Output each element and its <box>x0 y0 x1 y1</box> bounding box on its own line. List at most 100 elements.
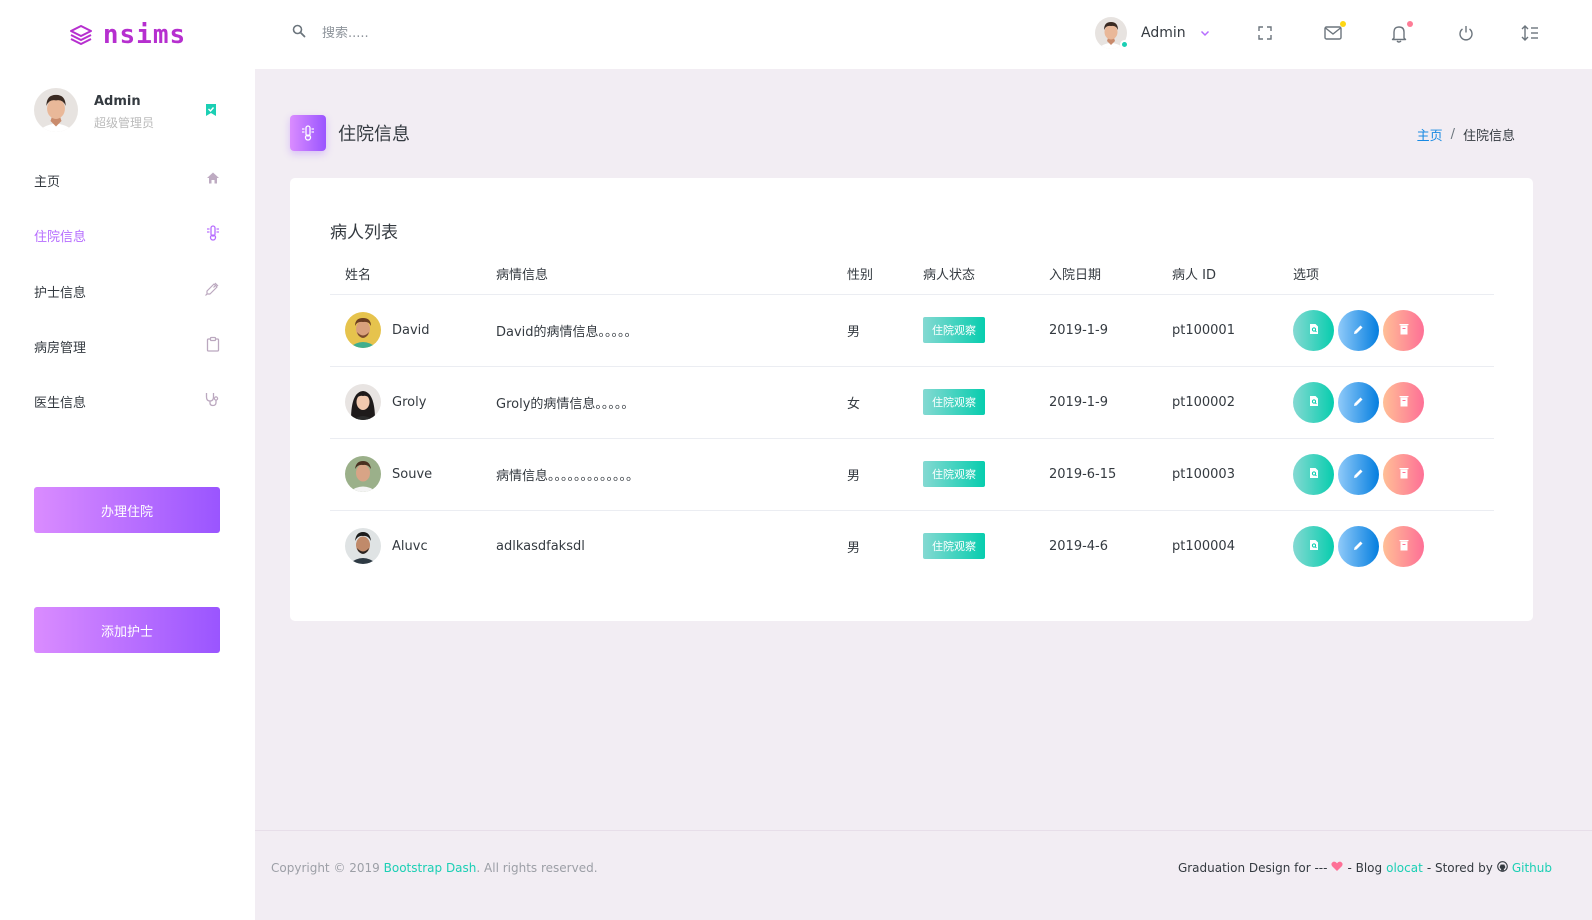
mail-icon[interactable] <box>1323 21 1346 46</box>
patient-condition: 病情信息。。。。。。。。。。。。。 <box>481 438 832 511</box>
view-button[interactable] <box>1293 381 1334 423</box>
pencil-icon <box>1353 467 1364 482</box>
delete-button[interactable] <box>1383 525 1424 567</box>
nav-user-name: Admin <box>1141 25 1186 41</box>
table-row: Aluvc adlkasdfaksdl 男 住院观察 2019-4-6 pt10… <box>330 510 1494 582</box>
patient-name: Souve <box>392 466 433 482</box>
sidebar-item-doctor[interactable]: 医生信息 <box>34 389 220 413</box>
patient-condition: adlkasdfaksdl <box>496 538 585 554</box>
stored-label: - Stored by <box>1426 861 1493 875</box>
avatar <box>34 88 78 136</box>
fullscreen-icon[interactable] <box>1256 24 1278 46</box>
file-search-icon <box>1309 395 1319 410</box>
search-bar <box>292 24 562 42</box>
format-list-icon[interactable] <box>1520 24 1542 46</box>
view-button[interactable] <box>1293 525 1334 567</box>
column-header-options: 选项 <box>1278 254 1494 295</box>
table-header-row: 姓名 病情信息 性别 病人状态 入院日期 病人 ID 选项 <box>330 254 1494 295</box>
heart-icon <box>1331 861 1344 875</box>
power-icon[interactable] <box>1457 24 1479 46</box>
edit-button[interactable] <box>1338 309 1379 351</box>
sidebar-item-home[interactable]: 主页 <box>34 168 220 192</box>
footer-credits: Graduation Design for --- - Blog olocat … <box>1178 861 1552 875</box>
admission-date: 2019-6-15 <box>1034 438 1157 511</box>
admission-date: 2019-1-9 <box>1034 294 1157 367</box>
admit-patient-button[interactable]: 办理住院 <box>34 487 220 533</box>
patient-condition: Groly的病情信息。。。。。 <box>481 366 832 439</box>
sidebar-item-label: 护士信息 <box>34 285 87 301</box>
column-header-status: 病人状态 <box>908 254 1034 295</box>
patient-id: pt100001 <box>1157 294 1278 367</box>
patient-name: Aluvc <box>392 538 428 554</box>
layers-icon <box>69 24 93 46</box>
bootstrap-dash-link[interactable]: Bootstrap Dash <box>384 861 477 875</box>
sidebar-item-label: 住院信息 <box>34 229 87 245</box>
blog-label: - Blog <box>1347 861 1383 875</box>
brand-name: nsims <box>102 19 187 50</box>
pencil-icon <box>1353 395 1364 410</box>
delete-button[interactable] <box>1383 453 1424 495</box>
patient-avatar <box>345 312 381 348</box>
view-button[interactable] <box>1293 453 1334 495</box>
profile-role: 超级管理员 <box>94 115 155 130</box>
view-button[interactable] <box>1293 309 1334 351</box>
patient-avatar <box>345 384 381 420</box>
trash-icon <box>1399 539 1409 554</box>
patient-avatar <box>345 528 381 565</box>
patient-id: pt100003 <box>1157 438 1278 511</box>
search-icon <box>292 24 306 42</box>
trash-icon <box>1399 323 1409 338</box>
column-header-id: 病人 ID <box>1157 254 1278 295</box>
patient-name: David <box>392 322 430 338</box>
edit-button[interactable] <box>1338 525 1379 567</box>
nav-profile-dropdown[interactable]: Admin <box>1095 17 1210 49</box>
mail-notification-dot <box>1340 21 1346 27</box>
copyright-suffix: . All rights reserved. <box>476 861 598 875</box>
pencil-icon <box>1353 539 1364 554</box>
sidebar-item-nurse[interactable]: 护士信息 <box>34 279 220 303</box>
breadcrumb: 主页 / 住院信息 <box>1417 125 1515 144</box>
admission-date: 2019-4-6 <box>1049 538 1109 554</box>
footer: Copyright © 2019 Bootstrap Dash. All rig… <box>255 830 1592 920</box>
github-link[interactable]: Github <box>1512 861 1552 875</box>
brand-logo[interactable]: nsims <box>0 0 255 69</box>
bell-icon[interactable] <box>1390 21 1413 46</box>
graduation-text: Graduation Design for --- <box>1177 861 1328 875</box>
file-search-icon <box>1309 323 1319 338</box>
column-header-name: 姓名 <box>330 254 481 295</box>
pencil-icon <box>1353 323 1364 338</box>
status-badge: 住院观察 <box>923 317 985 343</box>
profile-name: Admin <box>94 93 141 109</box>
patient-gender: 男 <box>847 540 861 556</box>
sidebar-item-inpatient[interactable]: 住院信息 <box>34 223 220 247</box>
breadcrumb-home-link[interactable]: 主页 <box>1417 125 1443 144</box>
patient-table: 姓名 病情信息 性别 病人状态 入院日期 病人 ID 选项 David Davi… <box>330 254 1494 582</box>
admission-date: 2019-1-9 <box>1034 366 1157 439</box>
edit-button[interactable] <box>1338 453 1379 495</box>
status-badge: 住院观察 <box>923 461 985 487</box>
delete-button[interactable] <box>1383 309 1424 351</box>
card-title: 病人列表 <box>330 223 398 243</box>
chevron-down-icon <box>1200 26 1210 41</box>
sidebar-profile[interactable]: Admin 超级管理员 <box>34 88 154 136</box>
footer-copyright: Copyright © 2019 Bootstrap Dash. All rig… <box>271 861 598 875</box>
status-badge: 住院观察 <box>923 389 985 415</box>
trash-icon <box>1399 395 1409 410</box>
sidebar-item-label: 病房管理 <box>34 340 87 356</box>
sidebar-item-ward[interactable]: 病房管理 <box>34 334 220 358</box>
bell-notification-dot <box>1407 21 1413 27</box>
github-icon <box>1497 861 1508 875</box>
patient-id: pt100004 <box>1172 538 1235 554</box>
breadcrumb-current: 住院信息 <box>1462 129 1515 144</box>
stethoscope-icon <box>204 391 220 411</box>
edit-button[interactable] <box>1338 381 1379 423</box>
search-input[interactable] <box>322 25 562 41</box>
add-nurse-button[interactable]: 添加护士 <box>34 607 220 653</box>
column-header-gender: 性别 <box>832 254 908 295</box>
status-badge: 住院观察 <box>923 533 985 560</box>
patient-gender: 男 <box>832 294 908 367</box>
delete-button[interactable] <box>1383 381 1424 423</box>
blog-link[interactable]: olocat <box>1386 861 1423 875</box>
file-search-icon <box>1309 539 1319 554</box>
copyright-text: Copyright © 2019 <box>271 861 380 875</box>
